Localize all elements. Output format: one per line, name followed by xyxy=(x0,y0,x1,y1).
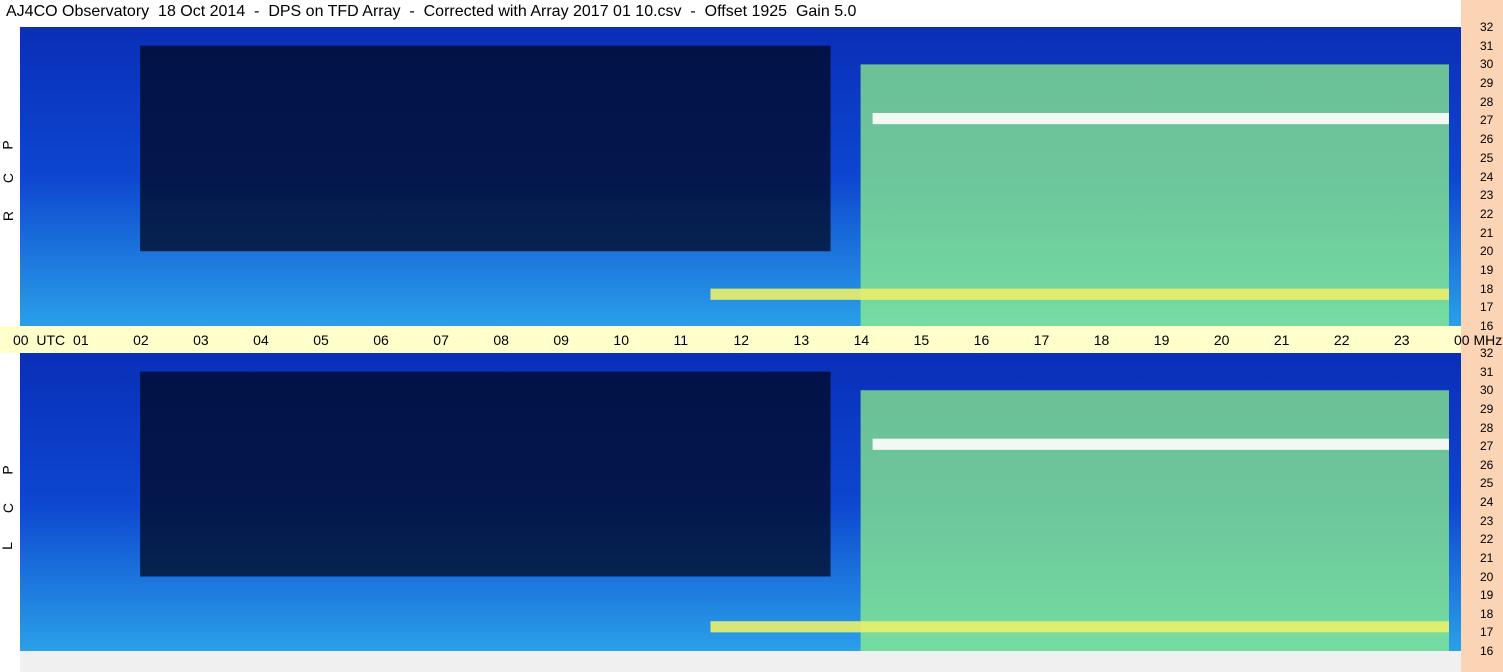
spectrogram-feature-0 xyxy=(140,45,831,252)
utc-tick-label: 05 xyxy=(313,332,329,348)
utc-tick-label: 00 UTC xyxy=(13,332,66,348)
utc-tick-label: 23 xyxy=(1393,332,1410,348)
rcp-letter-p: P xyxy=(0,140,16,150)
utc-tick-label: 14 xyxy=(853,332,870,348)
mhz-tick-label: 17 xyxy=(1480,625,1494,640)
utc-tick-label: 10 xyxy=(613,332,629,348)
mhz-tick-label: 19 xyxy=(1480,588,1494,603)
mhz-tick-label: 29 xyxy=(1480,76,1494,91)
utc-tick-label: 12 xyxy=(733,332,750,348)
mhz-tick-label: 31 xyxy=(1480,364,1494,379)
mhz-tick-label: 24 xyxy=(1480,495,1494,509)
mhz-tick-label: 21 xyxy=(1480,225,1494,240)
utc-tick-label: 04 xyxy=(253,332,269,348)
spectrogram-feature-3 xyxy=(710,288,1449,300)
utc-tick-label: 01 xyxy=(73,332,89,348)
utc-tick-label: 20 xyxy=(1213,332,1230,348)
utc-tick-label: 09 xyxy=(553,332,569,348)
utc-tick-label: 22 xyxy=(1333,332,1350,348)
mhz-tick-label: 26 xyxy=(1480,457,1494,472)
mhz-tick-label: 21 xyxy=(1480,550,1494,565)
mhz-tick-label: 19 xyxy=(1480,262,1494,277)
spectrogram-feature-3 xyxy=(710,621,1449,633)
utc-tick-label: 11 xyxy=(673,332,688,348)
mhz-tick-label: 22 xyxy=(1480,532,1494,547)
mhz-tick-label: 27 xyxy=(1480,439,1494,454)
utc-tick-label: 13 xyxy=(793,332,810,348)
utc-tick-label: 17 xyxy=(1033,332,1050,348)
spectrogram-feature-0 xyxy=(140,371,831,577)
mhz-tick-label: 25 xyxy=(1480,476,1494,491)
spectrogram-feature-2 xyxy=(872,438,1449,450)
mhz-tick-label: 29 xyxy=(1480,401,1494,416)
utc-tick-label: 18 xyxy=(1093,332,1110,348)
utc-tick-label: 19 xyxy=(1153,332,1170,348)
mhz-tick-label: 20 xyxy=(1480,569,1494,584)
lcp-letter-l: L xyxy=(0,542,15,550)
utc-tick-label: 00 MHz xyxy=(1454,332,1503,348)
utc-tick-label: 21 xyxy=(1273,332,1290,348)
mhz-tick-label: 30 xyxy=(1480,383,1494,398)
utc-tick-label: 08 xyxy=(493,332,509,348)
spectrogram-feature-2 xyxy=(872,112,1449,125)
rcp-panel xyxy=(20,27,1461,326)
utc-tick-label: 16 xyxy=(973,332,990,348)
mhz-tick-label: 30 xyxy=(1480,57,1494,72)
mhz-tick-label: 24 xyxy=(1480,169,1494,184)
mhz-tick-label: 18 xyxy=(1480,281,1494,296)
utc-tick-label: 15 xyxy=(913,332,930,348)
mhz-tick-label: 22 xyxy=(1480,206,1494,221)
utc-tick-label: 03 xyxy=(193,332,209,348)
mhz-tick-label: 28 xyxy=(1480,420,1494,435)
mhz-tick-label: 27 xyxy=(1480,113,1494,128)
mhz-tick-label: 31 xyxy=(1480,38,1494,53)
mhz-tick-label: 23 xyxy=(1480,513,1494,528)
rcp-letter-r: R xyxy=(0,210,17,222)
mhz-tick-label: 26 xyxy=(1480,132,1494,147)
mhz-tick-label: 18 xyxy=(1480,606,1494,621)
mhz-tick-label: 17 xyxy=(1480,300,1494,315)
lcp-letter-p: P xyxy=(0,465,16,475)
mhz-tick-label: 32 xyxy=(1480,346,1494,360)
lcp-panel xyxy=(20,353,1461,651)
lcp-letter-c: C xyxy=(0,502,17,514)
mhz-tick-label: 20 xyxy=(1480,244,1494,259)
mhz-tick-label: 28 xyxy=(1480,94,1494,109)
mhz-tick-label: 16 xyxy=(1480,319,1494,333)
rcp-letter-c: C xyxy=(0,172,17,184)
mhz-tick-label: 25 xyxy=(1480,150,1494,165)
mhz-tick-label: 32 xyxy=(1480,20,1494,34)
mhz-tick-label: 23 xyxy=(1480,188,1494,203)
utc-tick-label: 07 xyxy=(433,332,449,348)
utc-tick-label: 06 xyxy=(373,332,389,348)
mhz-tick-label: 16 xyxy=(1480,644,1494,658)
utc-tick-label: 02 xyxy=(133,332,149,348)
spectrogram-feature-1 xyxy=(860,64,1449,326)
spectrogram-feature-1 xyxy=(860,390,1449,651)
